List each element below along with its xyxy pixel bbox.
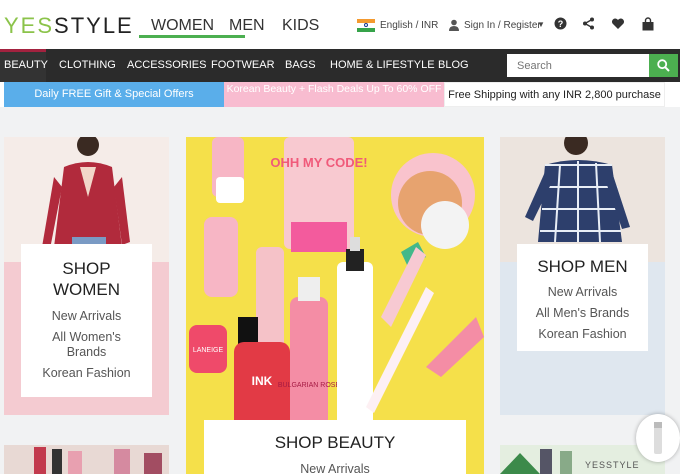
help-icon[interactable]: ?	[553, 17, 567, 31]
product-label-bulgarian-rose: BULGARIAN ROSE	[278, 382, 341, 389]
beauty-new-arrivals-link[interactable]: New Arrivals	[204, 462, 466, 474]
men-all-brands-link[interactable]: All Men's Brands	[517, 306, 648, 321]
promo-free-shipping[interactable]: Free Shipping with any INR 2,800 purchas…	[444, 82, 665, 107]
yesstyle-logo[interactable]: YESSTYLE	[4, 13, 134, 39]
footer-yesstyle-logo: YESSTYLE	[585, 460, 640, 470]
product-label-ink: INK	[252, 374, 273, 388]
logo-suffix: STYLE	[54, 13, 134, 38]
women-panel[interactable]: SHOP WOMEN New Arrivals All Women's Bran…	[4, 137, 169, 415]
shop-women-title-line1: SHOP	[62, 259, 111, 278]
main-content: SHOP WOMEN New Arrivals All Women's Bran…	[0, 107, 680, 474]
nav-item-footwear[interactable]: FOOTWEAR	[207, 49, 279, 82]
india-flag-icon[interactable]	[357, 19, 375, 32]
men-korean-fashion-link[interactable]: Korean Fashion	[517, 327, 648, 342]
chevron-down-icon[interactable]: ▼	[537, 20, 545, 29]
women-all-brands-link[interactable]: All Women's Brands	[21, 330, 152, 360]
user-icon	[447, 19, 461, 33]
product-label-laneige: LANEIGE	[193, 347, 224, 354]
shop-men-title: SHOP MEN	[537, 257, 628, 276]
shop-women-card[interactable]: SHOP WOMEN New Arrivals All Women's Bran…	[21, 244, 152, 397]
shop-beauty-title: SHOP BEAUTY	[274, 433, 396, 452]
heart-icon[interactable]	[611, 17, 625, 31]
search-button[interactable]	[649, 54, 678, 77]
locale-selector[interactable]: English / INR	[380, 20, 438, 31]
bag-icon[interactable]	[641, 17, 655, 31]
search-icon	[657, 59, 670, 72]
nav-item-clothing[interactable]: CLOTHING	[55, 49, 120, 82]
women-new-arrivals-link[interactable]: New Arrivals	[21, 309, 152, 324]
nav-item-accessories[interactable]: ACCESSORIES	[123, 49, 210, 82]
svg-text:?: ?	[557, 19, 563, 29]
shop-women-title-line2: WOMEN	[52, 280, 121, 299]
beauty-panel[interactable]: OHH MY CODE! LANEIGE INK BULGARIAN ROSE	[186, 137, 484, 474]
bottom-left-banner[interactable]	[4, 445, 169, 474]
men-new-arrivals-link[interactable]: New Arrivals	[517, 285, 648, 300]
nav-item-bags[interactable]: BAGS	[281, 49, 320, 82]
top-header: YESSTYLE WOMEN MEN KIDS English / INR Si…	[0, 0, 680, 49]
women-korean-fashion-link[interactable]: Korean Fashion	[21, 366, 152, 381]
search-input[interactable]	[507, 54, 649, 77]
tab-men[interactable]: MEN	[229, 17, 265, 35]
shop-beauty-card[interactable]: SHOP BEAUTY New Arrivals	[204, 420, 466, 474]
signin-register-link[interactable]: Sign In / Register	[464, 20, 541, 31]
logo-prefix: YES	[4, 13, 55, 38]
product-label-ohh: OHH MY CODE!	[270, 155, 367, 170]
promo-korean-beauty[interactable]: Korean Beauty + Flash Deals Up To 60% OF…	[224, 82, 444, 107]
nav-item-home-lifestyle[interactable]: HOME & LIFESTYLE	[326, 49, 439, 82]
nav-item-beauty[interactable]: BEAUTY	[0, 49, 48, 82]
share-icon[interactable]	[581, 17, 595, 31]
men-panel[interactable]: SHOP MEN New Arrivals All Men's Brands K…	[500, 137, 665, 415]
tab-kids[interactable]: KIDS	[282, 17, 319, 35]
floating-product-thumbnail[interactable]	[636, 414, 680, 462]
nav-item-blog[interactable]: BLOG	[434, 49, 473, 82]
shop-men-card[interactable]: SHOP MEN New Arrivals All Men's Brands K…	[517, 244, 648, 351]
promo-daily-gift[interactable]: Daily FREE Gift & Special Offers	[4, 82, 224, 107]
